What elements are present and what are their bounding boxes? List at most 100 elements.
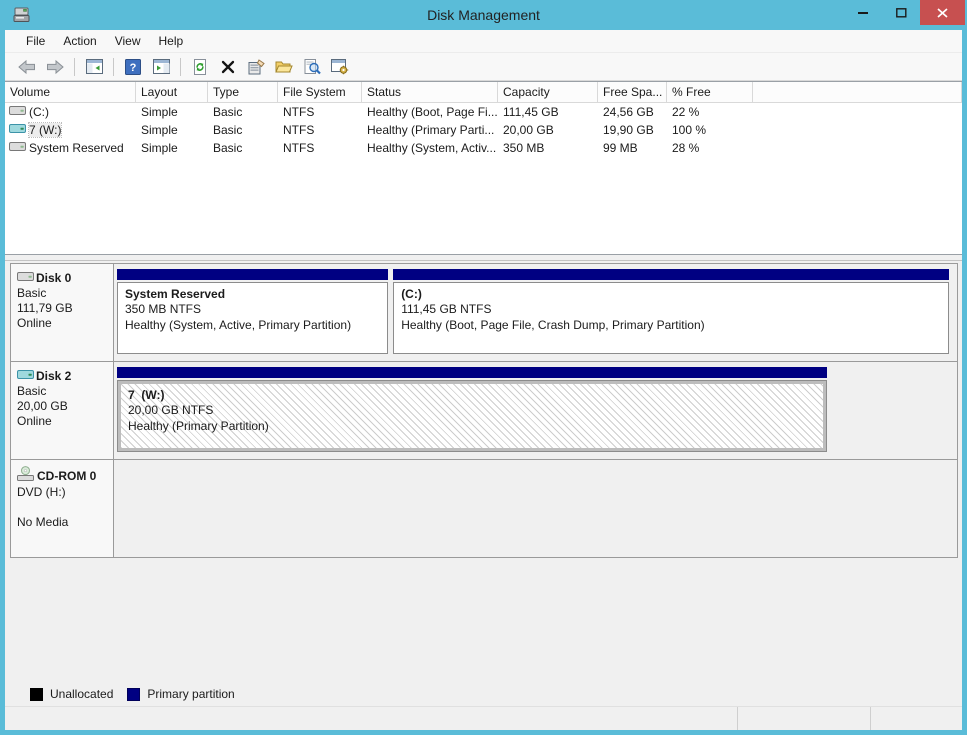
- cell-fs: NTFS: [278, 141, 362, 155]
- disk-info-line: Basic: [17, 286, 109, 301]
- cell-free: 19,90 GB: [598, 123, 667, 137]
- status-bar-section: [738, 707, 871, 730]
- volume-icon: [9, 104, 26, 120]
- disk-settings-icon[interactable]: [328, 56, 352, 78]
- volume-cell: 7 (W:): [5, 122, 136, 138]
- disk-info-line: [17, 500, 109, 515]
- disk-row: CD-ROM 0DVD (H:)No Media: [10, 459, 958, 558]
- cell-layout: Simple: [136, 123, 208, 137]
- menu-file[interactable]: File: [17, 31, 54, 51]
- show-console-tree-icon[interactable]: [82, 56, 106, 78]
- cell-free: 99 MB: [598, 141, 667, 155]
- cell-pct: 28 %: [667, 141, 753, 155]
- find-icon[interactable]: [300, 56, 324, 78]
- cell-type: Basic: [208, 123, 278, 137]
- cell-capacity: 111,45 GB: [498, 105, 598, 119]
- window-title: Disk Management: [0, 7, 967, 23]
- partition-color-band: [393, 269, 949, 280]
- refresh-icon[interactable]: [188, 56, 212, 78]
- partition-size: 20,00 GB NTFS: [128, 403, 821, 419]
- menu-action[interactable]: Action: [54, 31, 105, 51]
- column-header-volume[interactable]: Volume: [5, 82, 136, 102]
- volume-row[interactable]: (C:) SimpleBasicNTFSHealthy (Boot, Page F…: [5, 103, 962, 121]
- cell-free: 24,56 GB: [598, 105, 667, 119]
- caption-buttons: [844, 0, 965, 25]
- column-header-%-free[interactable]: % Free: [667, 82, 753, 102]
- titlebar: Disk Management: [0, 0, 967, 30]
- column-header-status[interactable]: Status: [362, 82, 498, 102]
- volume-icon: [9, 140, 26, 156]
- maximize-button[interactable]: [882, 0, 920, 25]
- disk-graph-area: [114, 460, 957, 557]
- partition-status: Healthy (Primary Partition): [128, 419, 821, 435]
- disk-row: Disk 0Basic111,79 GBOnlineSystem Reserve…: [10, 263, 958, 362]
- partition-name: 7 (W:): [128, 388, 821, 403]
- partition-block[interactable]: (C:)111,45 GB NTFSHealthy (Boot, Page Fi…: [393, 269, 949, 354]
- status-bar: [5, 706, 962, 730]
- legend-swatch: [30, 688, 43, 701]
- disk-label-panel[interactable]: CD-ROM 0DVD (H:)No Media: [11, 460, 114, 557]
- back-arrow-icon[interactable]: [15, 56, 39, 78]
- disk-label-panel[interactable]: Disk 2Basic20,00 GBOnline: [11, 362, 114, 459]
- cell-fs: NTFS: [278, 105, 362, 119]
- partition-block[interactable]: 7 (W:)20,00 GB NTFSHealthy (Primary Part…: [117, 367, 827, 452]
- partition-status: Healthy (System, Active, Primary Partiti…: [125, 318, 385, 334]
- column-header-type[interactable]: Type: [208, 82, 278, 102]
- volume-table-header: VolumeLayoutTypeFile SystemStatusCapacit…: [5, 82, 962, 103]
- partition-name: System Reserved: [125, 287, 385, 302]
- legend-label: Unallocated: [50, 687, 113, 701]
- column-header-capacity[interactable]: Capacity: [498, 82, 598, 102]
- legend: Unallocated Primary partition: [30, 687, 235, 701]
- toolbar-separator: [113, 58, 114, 76]
- column-header-file-system[interactable]: File System: [278, 82, 362, 102]
- show-action-pane-icon[interactable]: [149, 56, 173, 78]
- partition-block[interactable]: System Reserved350 MB NTFSHealthy (Syste…: [117, 269, 388, 354]
- cell-type: Basic: [208, 105, 278, 119]
- partition-body: System Reserved350 MB NTFSHealthy (Syste…: [117, 282, 388, 354]
- volume-row[interactable]: 7 (W:)SimpleBasicNTFSHealthy (Primary Pa…: [5, 121, 962, 139]
- partition-body: (C:)111,45 GB NTFSHealthy (Boot, Page Fi…: [393, 282, 949, 354]
- volume-name: (C:): [29, 105, 49, 119]
- partition-status: Healthy (Boot, Page File, Crash Dump, Pr…: [401, 318, 946, 334]
- cell-layout: Simple: [136, 105, 208, 119]
- disk-name: Disk 0: [36, 271, 71, 285]
- menu-help[interactable]: Help: [150, 31, 193, 51]
- partition-body: 7 (W:)20,00 GB NTFSHealthy (Primary Part…: [117, 380, 827, 452]
- disk-info-line: Online: [17, 316, 109, 331]
- close-button[interactable]: [920, 0, 965, 25]
- cell-capacity: 20,00 GB: [498, 123, 598, 137]
- legend-item: Unallocated: [30, 687, 113, 701]
- legend-label: Primary partition: [147, 687, 234, 701]
- volume-cell: (C:): [5, 104, 136, 120]
- menu-bar: FileActionViewHelp: [5, 30, 962, 53]
- disk-name: Disk 2: [36, 369, 71, 383]
- volume-row[interactable]: System ReservedSimpleBasicNTFSHealthy (S…: [5, 139, 962, 157]
- open-icon[interactable]: [272, 56, 296, 78]
- menu-view[interactable]: View: [106, 31, 150, 51]
- cell-capacity: 350 MB: [498, 141, 598, 155]
- partition-size: 111,45 GB NTFS: [401, 302, 946, 318]
- toolbar-separator: [74, 58, 75, 76]
- minimize-button[interactable]: [844, 0, 882, 25]
- column-header-layout[interactable]: Layout: [136, 82, 208, 102]
- forward-arrow-icon[interactable]: [43, 56, 67, 78]
- disk-info-line: No Media: [17, 515, 109, 530]
- cell-fs: NTFS: [278, 123, 362, 137]
- disk-label-panel[interactable]: Disk 0Basic111,79 GBOnline: [11, 264, 114, 361]
- volume-name: System Reserved: [29, 141, 124, 155]
- disk-management-window: Disk Management FileActionViewHelp ? Vol…: [0, 0, 967, 735]
- disk-icon: [17, 368, 34, 384]
- toolbar: ?: [5, 53, 962, 81]
- disk-name: CD-ROM 0: [37, 469, 96, 483]
- cell-status: Healthy (Boot, Page Fi...: [362, 105, 498, 119]
- properties-icon[interactable]: [244, 56, 268, 78]
- cell-status: Healthy (System, Activ...: [362, 141, 498, 155]
- legend-item: Primary partition: [127, 687, 234, 701]
- help-icon[interactable]: ?: [121, 56, 145, 78]
- disk-row: Disk 2Basic20,00 GBOnline7 (W:)20,00 GB …: [10, 361, 958, 460]
- delete-icon[interactable]: [216, 56, 240, 78]
- cdrom-icon: [17, 466, 35, 485]
- disk-info-line: Online: [17, 414, 109, 429]
- legend-swatch: [127, 688, 140, 701]
- column-header-free-spa---[interactable]: Free Spa...: [598, 82, 667, 102]
